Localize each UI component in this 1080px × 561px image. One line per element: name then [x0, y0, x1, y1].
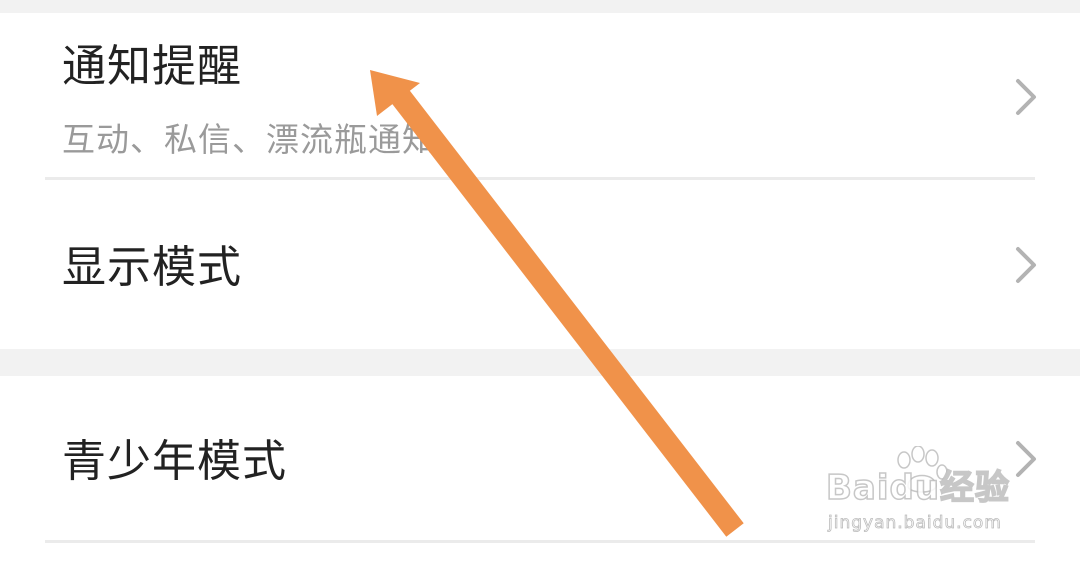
- settings-item-title: 通知提醒: [62, 41, 242, 92]
- settings-group-primary: 通知提醒 互动、私信、漂流瓶通知 显示模式: [0, 13, 1080, 349]
- settings-item-notifications[interactable]: 通知提醒 互动、私信、漂流瓶通知: [0, 13, 1080, 179]
- chevron-right-icon: [1016, 247, 1036, 283]
- settings-item-teen-mode[interactable]: 青少年模式: [0, 376, 1080, 542]
- settings-item-title: 青少年模式: [62, 436, 287, 487]
- settings-item-subtitle: 互动、私信、漂流瓶通知: [62, 120, 436, 159]
- chevron-right-icon: [1016, 79, 1036, 115]
- row-divider: [45, 540, 1035, 543]
- settings-item-display-mode[interactable]: 显示模式: [0, 180, 1080, 349]
- chevron-right-icon: [1016, 441, 1036, 477]
- settings-group-secondary: 青少年模式: [0, 376, 1080, 561]
- settings-item-title: 显示模式: [62, 242, 242, 293]
